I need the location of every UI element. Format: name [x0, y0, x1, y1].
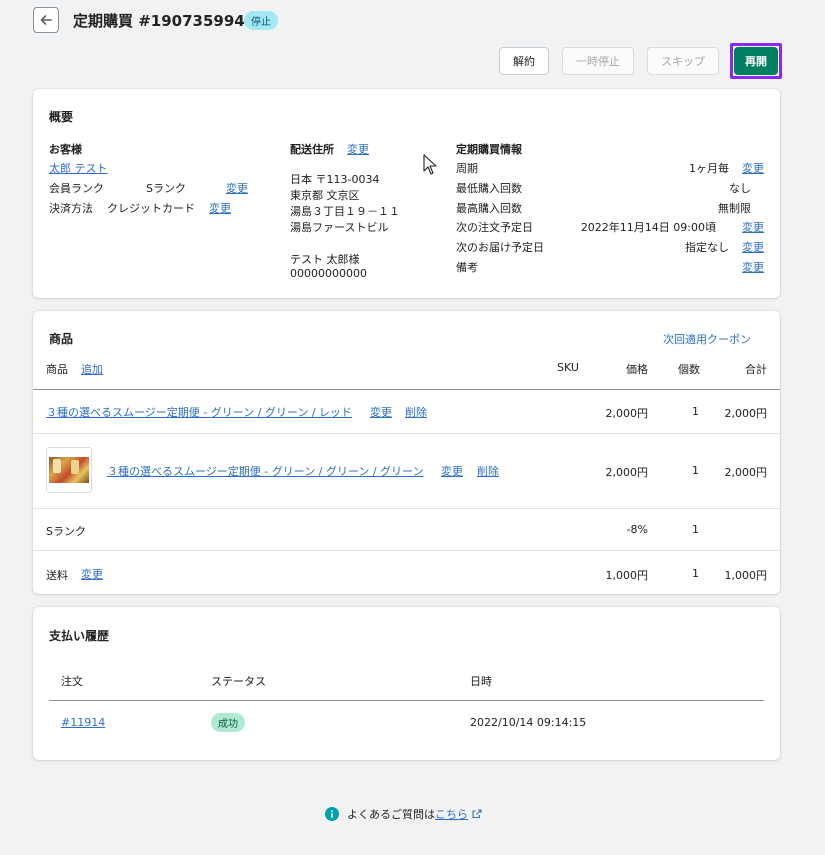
- overview-title: 概要: [49, 110, 74, 124]
- subscription-heading: 定期購買情報: [456, 143, 522, 156]
- resume-button[interactable]: 再開: [734, 47, 778, 75]
- products-card: 商品 次回適用クーポン 商品 追加 SKU 価格 個数 合計 ３種の選べるスムー…: [33, 311, 780, 594]
- shipping-price: 1,000円: [605, 569, 649, 582]
- external-link-icon: [472, 809, 482, 819]
- item-price: 2,000円: [605, 466, 649, 479]
- col-price: 価格: [626, 363, 648, 376]
- address-line-4: 湯島ファーストビル: [290, 221, 389, 234]
- next-delivery-label: 次のお届け予定日: [456, 241, 544, 254]
- address-line-2: 東京都 文京区: [290, 189, 360, 202]
- next-order-label: 次の注文予定日: [456, 221, 533, 234]
- col-total: 合計: [745, 363, 767, 376]
- item-total: 2,000円: [724, 407, 768, 420]
- customer-heading: お客様: [49, 143, 82, 156]
- col-product: 商品: [46, 363, 68, 376]
- row-divider: [33, 433, 780, 434]
- product-link[interactable]: ３種の選べるスムージー定期便 - グリーン / グリーン / グリーン: [107, 463, 424, 479]
- item-qty: 1: [692, 464, 699, 477]
- footer-help: よくあるご質問は こちら: [325, 806, 482, 822]
- col-sku: SKU: [557, 361, 579, 374]
- next-order-change-link[interactable]: 変更: [742, 219, 764, 235]
- header-divider: [49, 700, 764, 701]
- discount-price: -8%: [626, 523, 648, 536]
- shipping-qty: 1: [692, 567, 699, 580]
- payment-history-card: 支払い履歴 注文 ステータス 日時 #11914 成功 2022/10/14 0…: [33, 607, 780, 760]
- max-purchase-value: 無制限: [718, 202, 751, 215]
- pause-button[interactable]: 一時停止: [562, 47, 634, 75]
- min-purchase-label: 最低購入回数: [456, 182, 522, 195]
- product-change-link[interactable]: 変更: [370, 404, 392, 420]
- discount-qty: 1: [692, 523, 699, 536]
- product-link[interactable]: ３種の選べるスムージー定期便 - グリーン / グリーン / レッド: [46, 404, 352, 420]
- payment-value: クレジットカード: [107, 202, 195, 215]
- order-link[interactable]: #11914: [61, 716, 105, 729]
- payment-history-title: 支払い履歴: [49, 629, 110, 643]
- col-status: ステータス: [211, 675, 266, 688]
- coupon-link[interactable]: 次回適用クーポン: [663, 331, 751, 347]
- address-line-3: 湯島３丁目１９－１１: [290, 205, 400, 218]
- recipient-name: テスト 太郎様: [290, 253, 360, 266]
- arrow-left-icon: [40, 15, 52, 25]
- back-button[interactable]: [33, 7, 59, 33]
- cycle-label: 周期: [456, 162, 478, 175]
- info-icon: [325, 807, 339, 821]
- max-purchase-label: 最高購入回数: [456, 202, 522, 215]
- customer-name-link[interactable]: 太郎 テスト: [49, 160, 108, 176]
- col-qty: 個数: [678, 363, 700, 376]
- rank-value: Sランク: [146, 182, 186, 195]
- product-change-link[interactable]: 変更: [441, 463, 463, 479]
- cycle-value: 1ヶ月毎: [689, 162, 729, 175]
- header-divider: [33, 389, 780, 390]
- shipping-fee-change-link[interactable]: 変更: [81, 566, 103, 582]
- skip-button[interactable]: スキップ: [647, 47, 719, 75]
- col-date: 日時: [470, 675, 492, 688]
- rank-change-link[interactable]: 変更: [226, 180, 248, 196]
- footer-text: よくあるご質問は: [347, 808, 435, 821]
- row-divider: [33, 508, 780, 509]
- shipping-heading: 配送住所: [290, 143, 334, 156]
- add-product-link[interactable]: 追加: [81, 361, 103, 377]
- product-delete-link[interactable]: 削除: [477, 463, 499, 479]
- address-line-1: 日本 〒113-0034: [290, 173, 380, 186]
- shipping-fee-label: 送料: [46, 569, 68, 582]
- cancel-subscription-button[interactable]: 解約: [499, 47, 549, 75]
- row-divider: [33, 550, 780, 551]
- rank-label: 会員ランク: [49, 182, 104, 195]
- min-purchase-value: なし: [729, 182, 751, 195]
- payment-change-link[interactable]: 変更: [209, 200, 231, 216]
- status-badge: 成功: [211, 713, 245, 732]
- col-order: 注文: [61, 675, 83, 688]
- item-price: 2,000円: [605, 407, 649, 420]
- product-delete-link[interactable]: 削除: [405, 404, 427, 420]
- next-order-value: 2022年11月14日 09:00頃: [580, 221, 716, 234]
- discount-label: Sランク: [46, 525, 86, 538]
- next-delivery-change-link[interactable]: 変更: [742, 239, 764, 255]
- next-delivery-value: 指定なし: [685, 241, 729, 254]
- note-change-link[interactable]: 変更: [742, 259, 764, 275]
- note-label: 備考: [456, 261, 478, 274]
- status-badge: 停止: [244, 11, 278, 30]
- payment-date: 2022/10/14 09:14:15: [470, 716, 587, 729]
- shipping-total: 1,000円: [724, 569, 768, 582]
- item-qty: 1: [692, 405, 699, 418]
- products-title: 商品: [49, 332, 74, 346]
- shipping-change-link[interactable]: 変更: [347, 141, 369, 157]
- mouse-cursor-icon: [423, 154, 437, 175]
- cycle-change-link[interactable]: 変更: [742, 160, 764, 176]
- faq-link[interactable]: こちら: [435, 806, 468, 822]
- payment-label: 決済方法: [49, 202, 93, 215]
- overview-card: 概要 お客様 太郎 テスト 会員ランク Sランク 変更 決済方法 クレジットカー…: [33, 89, 780, 298]
- page-title: 定期購買 #1907359949: [73, 12, 256, 30]
- recipient-phone: 00000000000: [290, 267, 367, 280]
- product-thumbnail: [46, 447, 92, 493]
- item-total: 2,000円: [724, 466, 768, 479]
